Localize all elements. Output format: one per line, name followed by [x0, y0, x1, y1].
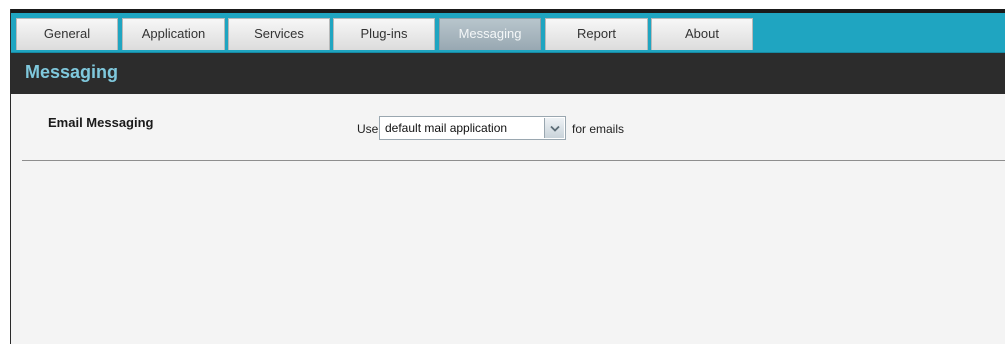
- tab-plug-ins[interactable]: Plug-ins: [333, 18, 435, 50]
- mail-application-select[interactable]: default mail application: [379, 116, 566, 140]
- selected-mail-application: default mail application: [385, 121, 508, 135]
- tab-application[interactable]: Application: [122, 18, 225, 50]
- messaging-panel: Email Messaging Use default mail applica…: [11, 94, 1005, 344]
- options-window: General Application Services Plug-ins Me…: [10, 9, 1005, 344]
- page-header: Messaging: [11, 53, 1005, 94]
- chevron-down-icon[interactable]: [544, 118, 564, 138]
- page-title: Messaging: [25, 62, 119, 82]
- tab-bar: General Application Services Plug-ins Me…: [11, 13, 1005, 53]
- tab-report[interactable]: Report: [545, 18, 648, 50]
- email-messaging-label: Email Messaging: [48, 115, 154, 130]
- section-divider: [22, 160, 1005, 161]
- tab-services[interactable]: Services: [228, 18, 330, 50]
- tab-about[interactable]: About: [651, 18, 753, 50]
- use-label: Use: [357, 122, 379, 136]
- for-emails-label: for emails: [572, 122, 625, 136]
- tab-messaging[interactable]: Messaging: [439, 18, 541, 50]
- tab-general[interactable]: General: [16, 18, 118, 50]
